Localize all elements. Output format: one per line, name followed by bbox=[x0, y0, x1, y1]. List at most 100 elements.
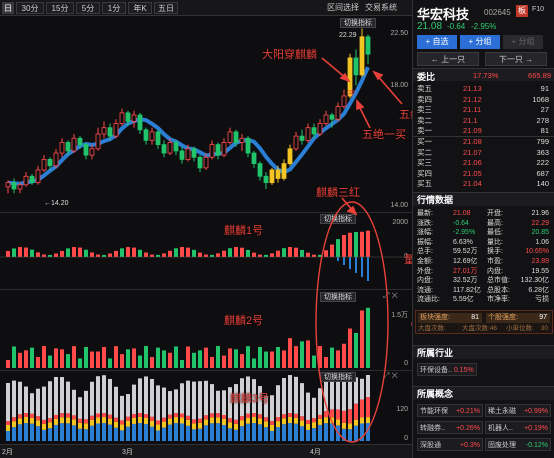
panel1-bar bbox=[174, 248, 178, 257]
next-stock-button[interactable]: 下一只 → bbox=[485, 52, 547, 66]
concept-tag[interactable]: 稀土永磁 +0.99% bbox=[485, 404, 551, 417]
candle-body bbox=[299, 135, 305, 141]
panel1-bar bbox=[78, 247, 82, 257]
indicator-panel-2[interactable]: 切换指标 ⤢ ✕ 1.5万 0 bbox=[0, 290, 412, 370]
candle-body bbox=[221, 142, 227, 156]
orderbook-row[interactable]: 买三 21.06 222 bbox=[417, 158, 551, 168]
stack-white bbox=[288, 375, 292, 414]
orderbook-level-label: 买四 bbox=[417, 168, 432, 178]
period-tab-2[interactable]: 15分 bbox=[46, 2, 74, 14]
orderbook-row[interactable]: 买五 21.04 140 bbox=[417, 179, 551, 189]
stack-red bbox=[192, 419, 196, 424]
stack-blue bbox=[114, 427, 118, 441]
period-tab-4[interactable]: 1分 bbox=[102, 2, 126, 14]
indicator-panel-1[interactable]: 切换指标 2000 0 bbox=[0, 213, 412, 289]
orderbook-level-label: 卖三 bbox=[417, 105, 432, 115]
candle-body bbox=[59, 142, 65, 154]
stack-yellow bbox=[66, 417, 70, 424]
trade-system-button[interactable]: 交易系统 bbox=[365, 2, 397, 14]
panel1-bar bbox=[366, 230, 370, 257]
stack-white bbox=[126, 394, 130, 417]
stack-white bbox=[294, 376, 298, 414]
quote-label-2: 换手: bbox=[487, 248, 503, 256]
stack-blue bbox=[36, 426, 40, 441]
panel1-bar bbox=[222, 250, 226, 257]
period-tab-0[interactable]: 日 bbox=[2, 2, 14, 14]
orderbook-row[interactable]: 买二 21.07 363 bbox=[417, 148, 551, 158]
stack-red bbox=[132, 413, 136, 418]
panel3-ytick-top: 120 bbox=[396, 406, 408, 413]
candle-body bbox=[341, 95, 347, 107]
industry-tag[interactable]: 环保设备.. 0.15% bbox=[417, 363, 477, 376]
quote-value-2: 23.89 bbox=[531, 258, 549, 265]
concept-tag[interactable]: 固废处理 -0.12% bbox=[485, 438, 551, 451]
orderbook-row[interactable]: 卖五 21.13 91 bbox=[417, 84, 551, 94]
panel1-bar bbox=[132, 247, 136, 257]
concept-pct: -0.12% bbox=[525, 442, 548, 449]
period-tab-1[interactable]: 30分 bbox=[16, 2, 44, 14]
stack-blue bbox=[252, 423, 256, 441]
stack-blue bbox=[42, 429, 46, 441]
indicator-panel-3[interactable]: 切换指标 ⤢ ✕ 120 0 bbox=[0, 371, 412, 444]
quote-label: 总手: bbox=[417, 248, 433, 256]
panel2-expand-icon[interactable]: ⤢ ✕ bbox=[383, 291, 398, 301]
prev-stock-button[interactable]: ← 上一只 bbox=[417, 52, 479, 66]
stack-yellow bbox=[336, 419, 340, 426]
panel3-expand-icon[interactable]: ⤢ ✕ bbox=[383, 371, 398, 381]
concept-tag[interactable]: 转融券.. +0.26% bbox=[417, 421, 483, 434]
candle-body bbox=[17, 184, 23, 190]
orderbook-price: 21.04 bbox=[463, 179, 482, 189]
panel1-switch-button[interactable]: 切换指标 bbox=[320, 214, 356, 224]
concept-tag[interactable]: 深股通 +0.3% bbox=[417, 438, 483, 451]
quote-row: 流通: 117.82亿 总股本: 6.28亿 bbox=[417, 286, 551, 295]
low-price-label: ←14.20 bbox=[44, 200, 69, 207]
add-group-button[interactable]: + 分组 bbox=[460, 35, 500, 49]
candle-body bbox=[5, 182, 11, 188]
main-kline-chart[interactable]: 切换指标 22.50 18.00 14.00 22.29 ←14.20 冲 bbox=[0, 16, 412, 212]
period-tab-3[interactable]: 5分 bbox=[76, 2, 100, 14]
board-badge[interactable]: 板 bbox=[516, 5, 528, 17]
stack-yellow bbox=[342, 422, 346, 429]
panel1-bar bbox=[318, 254, 322, 257]
stack-white bbox=[270, 395, 274, 421]
quote-value: 21.08 bbox=[453, 210, 471, 217]
quote-label-2: 市净率: bbox=[487, 296, 510, 304]
orderbook-row[interactable]: 买一 21.08 799 bbox=[413, 136, 554, 147]
add-watchlist-button[interactable]: + 自选 bbox=[417, 35, 457, 49]
stack-red bbox=[102, 413, 106, 418]
quote-value-2: 1.06 bbox=[535, 238, 549, 246]
orderbook-row[interactable]: 买四 21.05 687 bbox=[417, 169, 551, 179]
orderbook-row[interactable]: 卖四 21.12 1068 bbox=[417, 95, 551, 105]
stack-blue bbox=[60, 423, 64, 441]
concept-tag[interactable]: 机器人.. +0.19% bbox=[485, 421, 551, 434]
annotation-da-yang: 大阳穿麒麟 bbox=[262, 49, 317, 61]
stack-blue bbox=[324, 423, 328, 441]
order-ratio-header: 委比 17.73% 665.89 bbox=[413, 68, 554, 82]
quote-row: 最新: 21.08 开盘: 21.96 bbox=[417, 209, 551, 218]
stack-red bbox=[354, 403, 358, 420]
stack-white bbox=[186, 380, 190, 416]
stack-white bbox=[96, 376, 100, 414]
panel3-switch-button[interactable]: 切换指标 bbox=[320, 372, 356, 382]
stack-red bbox=[300, 416, 304, 421]
concept-section-header: 所属概念 bbox=[413, 386, 554, 400]
quote-value-2: 亏损 bbox=[535, 296, 549, 304]
orderbook-row[interactable]: 卖三 21.11 27 bbox=[417, 105, 551, 115]
panel1-bar bbox=[228, 248, 232, 257]
volume-bar bbox=[342, 343, 346, 368]
period-tab-5[interactable]: 年K bbox=[128, 2, 152, 14]
stack-white bbox=[108, 378, 112, 415]
panel2-switch-button[interactable]: 切换指标 bbox=[320, 292, 356, 302]
f10-button[interactable]: F10 bbox=[532, 6, 544, 13]
orderbook-row[interactable]: 卖一 21.09 81 bbox=[417, 126, 551, 136]
orderbook-level-label: 卖一 bbox=[417, 126, 432, 136]
orderbook-row[interactable]: 卖二 21.1 278 bbox=[417, 116, 551, 126]
stack-blue bbox=[354, 425, 358, 441]
range-select-button[interactable]: 区间选择 bbox=[327, 2, 359, 14]
quote-label: 最新: bbox=[417, 210, 433, 217]
industry-section-header: 所属行业 bbox=[413, 345, 554, 359]
stack-blue bbox=[300, 426, 304, 441]
panel1-bar bbox=[108, 253, 112, 257]
period-tab-6[interactable]: 五日 bbox=[154, 2, 178, 14]
concept-tag[interactable]: 节能环保 +0.21% bbox=[417, 404, 483, 417]
